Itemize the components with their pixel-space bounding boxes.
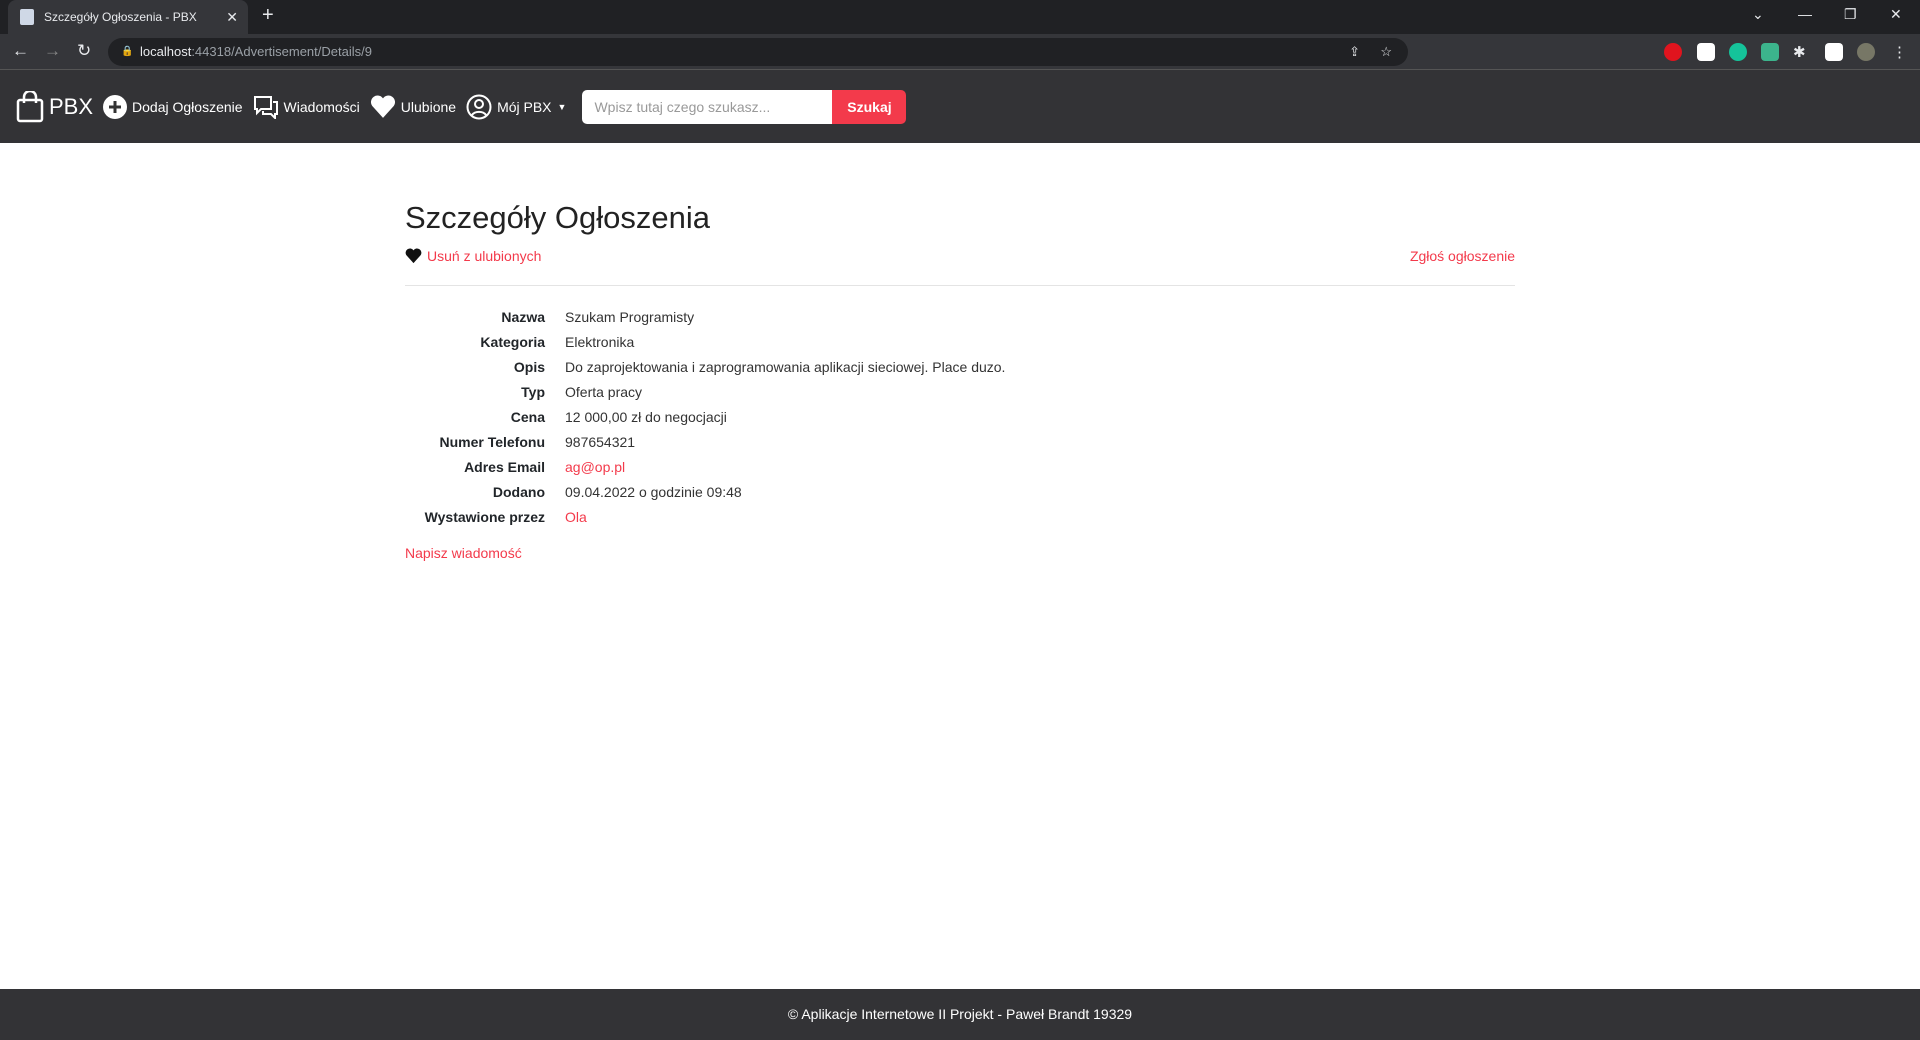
extension-icon[interactable] [1761, 43, 1779, 61]
search-button[interactable]: Szukaj [832, 89, 907, 124]
back-icon[interactable]: ← [12, 41, 29, 61]
site-navbar: PBX Dodaj Ogłoszenie Wiadomości Ulubione… [0, 70, 1920, 143]
report-link[interactable]: Zgłoś ogłoszenie [1410, 248, 1515, 264]
user-circle-icon [466, 94, 492, 119]
grammarly-extension-icon[interactable] [1729, 43, 1747, 61]
close-window-icon[interactable]: ✕ [1890, 6, 1902, 23]
messages-label: Wiadomości [283, 98, 360, 115]
detail-label: Dodano [492, 483, 545, 500]
account-dropdown[interactable]: Mój PBX ▼ [466, 94, 566, 120]
adblock-extension-icon[interactable] [1664, 43, 1682, 61]
browser-tab-bar: Szczegóły Ogłoszenia - PBX ✕ + ⌄ — ❐ ✕ [0, 0, 1920, 34]
detail-row-name: Nazwa Szukam Programisty [405, 304, 1515, 329]
detail-label: Adres Email [464, 458, 545, 475]
heart-icon [405, 248, 422, 264]
footer-text: © Aplikacje Internetowe II Projekt - Paw… [787, 1006, 1133, 1022]
detail-value: Do zaprojektowania i zaprogramowania apl… [565, 358, 1006, 375]
close-tab-icon[interactable]: ✕ [226, 9, 238, 26]
chat-icon [253, 95, 278, 119]
caret-down-icon: ▼ [557, 101, 567, 112]
detail-value: 987654321 [565, 433, 636, 450]
divider [405, 285, 1515, 286]
detail-row-category: Kategoria Elektronika [405, 329, 1515, 354]
brand-link[interactable]: PBX [16, 90, 94, 123]
remove-favorite-link[interactable]: Usuń z ulubionych [405, 248, 541, 264]
search-input[interactable] [582, 89, 833, 124]
detail-value: 09.04.2022 o godzinie 09:48 [565, 483, 742, 500]
email-link[interactable]: ag@op.pl [565, 459, 625, 475]
detail-value: Szukam Programisty [565, 308, 695, 325]
tab-search-icon[interactable]: ⌄ [1752, 6, 1764, 23]
url-host: localhost [140, 44, 192, 59]
forward-icon[interactable]: → [44, 41, 61, 61]
detail-label: Typ [521, 383, 545, 400]
favorites-label: Ulubione [400, 98, 457, 115]
write-message-link[interactable]: Napisz wiadomość [405, 545, 1515, 561]
detail-row-email: Adres Email ag@op.pl [405, 454, 1515, 479]
detail-row-type: Typ Oferta pracy [405, 379, 1515, 404]
detail-value: Elektronika [565, 333, 635, 350]
browser-menu-icon[interactable]: ⋮ [1892, 43, 1910, 61]
url-input[interactable]: 🔒 localhost:44318/Advertisement/Details/… [108, 38, 1408, 66]
share-icon[interactable]: ⇪ [1349, 38, 1360, 66]
lock-icon: 🔒 [121, 46, 134, 57]
detail-label: Nazwa [501, 308, 545, 325]
author-link[interactable]: Ola [565, 509, 587, 525]
bookmark-star-icon[interactable]: ☆ [1380, 38, 1392, 66]
detail-row-price: Cena 12 000,00 zł do negocjacji [405, 404, 1515, 429]
minimize-icon[interactable]: — [1798, 6, 1812, 22]
profile-avatar[interactable] [1857, 43, 1875, 61]
tab-title: Szczegóły Ogłoszenia - PBX [44, 10, 197, 24]
add-advertisement-link[interactable]: Dodaj Ogłoszenie [103, 94, 243, 119]
footer: © Aplikacje Internetowe II Projekt - Paw… [0, 989, 1920, 1040]
reading-list-icon[interactable] [1825, 43, 1843, 61]
detail-label: Cena [510, 408, 545, 425]
details-container: Szczegóły Ogłoszenia Usuń z ulubionych Z… [405, 200, 1515, 561]
account-label: Mój PBX [497, 98, 552, 115]
browser-tab[interactable]: Szczegóły Ogłoszenia - PBX ✕ [8, 0, 248, 34]
heart-icon [370, 95, 395, 118]
messages-link[interactable]: Wiadomości [253, 95, 360, 119]
restore-icon[interactable]: ❐ [1844, 6, 1857, 23]
detail-label: Numer Telefonu [439, 433, 545, 450]
plus-circle-icon [103, 94, 128, 119]
url-path: :44318/Advertisement/Details/9 [191, 44, 372, 59]
detail-label: Wystawione przez [424, 508, 545, 525]
detail-row-author: Wystawione przez Ola [405, 504, 1515, 529]
new-tab-icon[interactable]: + [262, 4, 274, 27]
extensions-puzzle-icon[interactable]: ✱ [1793, 43, 1811, 61]
detail-label: Opis [513, 358, 545, 375]
reload-icon[interactable]: ↻ [77, 41, 91, 61]
detail-row-phone: Numer Telefonu 987654321 [405, 429, 1515, 454]
page-favicon-icon [20, 9, 34, 25]
detail-row-description: Opis Do zaprojektowania i zaprogramowania… [405, 354, 1515, 379]
search-form: Szukaj [582, 89, 907, 124]
shopping-bag-icon [16, 90, 44, 122]
icloud-extension-icon[interactable] [1697, 43, 1715, 61]
remove-favorite-label: Usuń z ulubionych [427, 248, 542, 264]
page-title: Szczegóły Ogłoszenia [405, 200, 710, 235]
address-bar-row: ← → ↻ 🔒 localhost:44318/Advertisement/De… [0, 34, 1920, 70]
detail-row-added: Dodano 09.04.2022 o godzinie 09:48 [405, 479, 1515, 504]
details-list: Nazwa Szukam Programisty Kategoria Elektro… [405, 304, 1515, 529]
detail-label: Kategoria [480, 333, 545, 350]
detail-value: Oferta pracy [565, 383, 643, 400]
brand-text: PBX [49, 93, 94, 119]
favorites-link[interactable]: Ulubione [370, 95, 456, 119]
detail-value: 12 000,00 zł do negocjacji [565, 408, 727, 425]
add-label: Dodaj Ogłoszenie [132, 98, 243, 115]
